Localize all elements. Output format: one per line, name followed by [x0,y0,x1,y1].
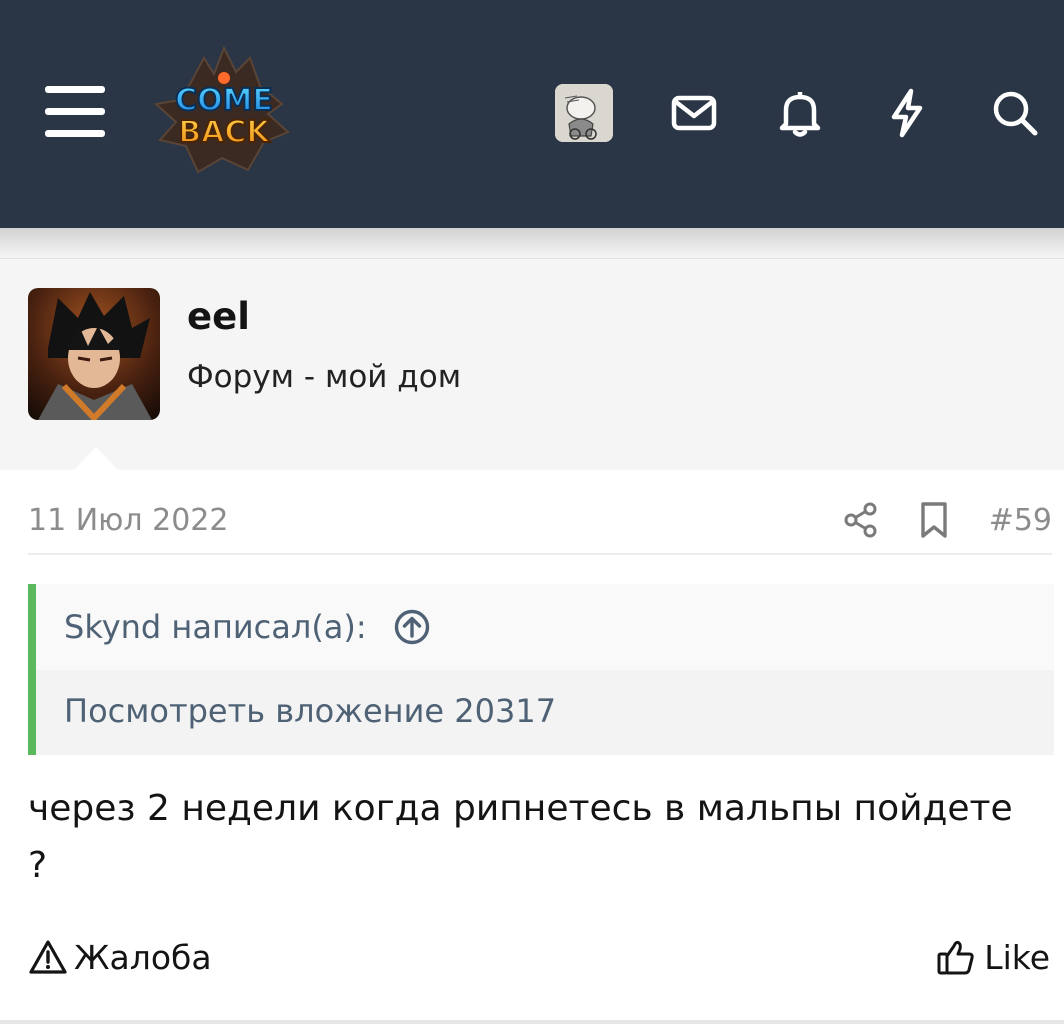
current-user-avatar[interactable] [555,84,613,142]
bell-icon[interactable] [773,86,827,140]
quote-block: Skynd написал(а): Посмотреть вложение 20… [28,584,1054,755]
author-avatar[interactable] [28,288,160,420]
post-date[interactable]: 11 Июл 2022 [28,503,228,538]
search-icon[interactable] [988,86,1042,140]
logo-text-top: COME [175,83,273,118]
logo-text-bottom: BACK [178,115,271,150]
author-username[interactable]: eel [187,295,250,338]
report-label: Жалоба [74,937,212,977]
menu-icon[interactable] [45,84,107,140]
post-number-link[interactable]: #59 [989,503,1052,538]
top-navbar: COME BACK [0,0,1064,228]
circle-arrow-up-icon[interactable] [394,609,430,645]
like-button[interactable]: Like [936,934,1050,980]
post-body-text: через 2 недели когда рипнетесь в мальпы … [28,788,1013,886]
like-label: Like [984,937,1050,977]
meta-divider [28,553,1052,555]
author-title: Форум - мой дом [187,359,462,395]
quote-header: Skynd написал(а): [36,584,1054,670]
envelope-icon[interactable] [667,86,721,140]
lightning-icon[interactable] [880,86,934,140]
bookmark-icon[interactable] [914,500,954,540]
site-logo[interactable]: COME BACK [152,44,294,178]
thumbs-up-icon [937,940,974,975]
header-shadow [0,228,1064,258]
message-pointer-arrow [74,447,118,470]
post-user-block: eel Форум - мой дом [0,258,1064,470]
warning-icon [29,940,67,974]
post-bottom-divider [0,1020,1064,1024]
report-button[interactable]: Жалоба [28,934,212,980]
share-icon[interactable] [841,500,881,540]
quote-attachment-link[interactable]: Посмотреть вложение 20317 [64,692,556,730]
quote-author-link[interactable]: Skynd написал(а): [64,608,367,646]
